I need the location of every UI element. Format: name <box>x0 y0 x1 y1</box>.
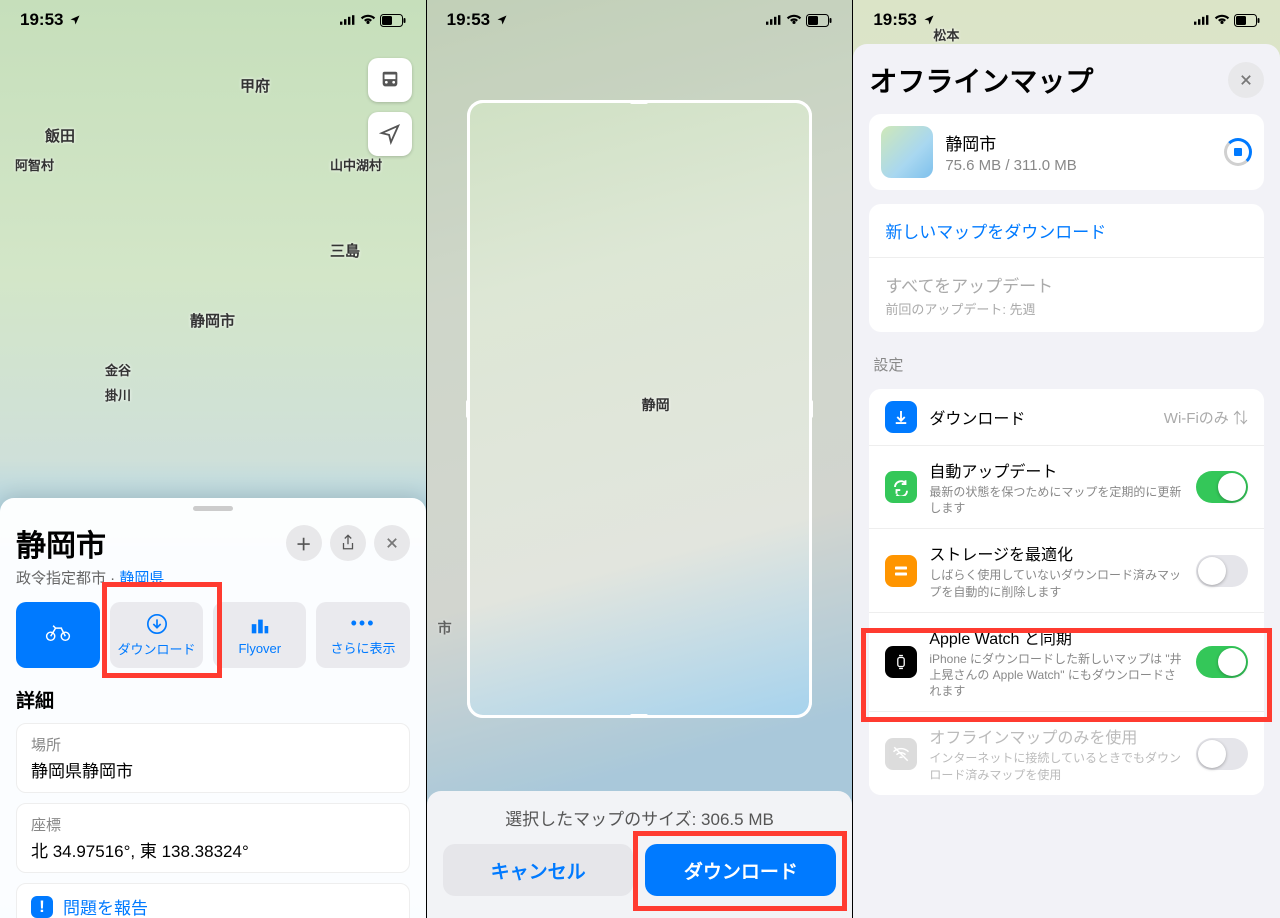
coords-card: 座標 北 34.97516°, 東 138.38324° <box>16 803 410 873</box>
transit-mode-button[interactable] <box>368 58 412 102</box>
status-time: 19:53 <box>873 10 916 30</box>
buildings-icon <box>249 615 271 637</box>
map-label-mishima: 三島 <box>330 240 360 261</box>
phone-screenshot-3: 松本 19:53 オフラインマップ 静岡市 75.6 MB / 311.0 MB <box>853 0 1280 918</box>
setting-apple-watch-sync[interactable]: Apple Watch と同期 iPhone にダウンロードした新しいマップは … <box>869 613 1264 713</box>
downloads-value: Wi-Fiのみ ⇅ <box>1164 407 1248 428</box>
apple-watch-icon <box>885 646 917 678</box>
setting-downloads[interactable]: ダウンロード Wi-Fiのみ ⇅ <box>869 389 1264 446</box>
download-icon <box>146 613 168 635</box>
map-label-kanaya: 金谷 <box>105 360 131 379</box>
downloading-map-size: 75.6 MB / 311.0 MB <box>945 157 1212 174</box>
bicycle-icon <box>45 623 71 643</box>
report-button[interactable]: ! 問題を報告 <box>16 883 410 918</box>
map-label-kofu: 甲府 <box>240 75 270 96</box>
status-bar: 19:53 <box>427 0 853 40</box>
download-button[interactable]: ダウンロード <box>645 844 836 896</box>
close-button[interactable] <box>374 525 410 561</box>
cellular-icon <box>1194 14 1210 26</box>
status-time: 19:53 <box>447 10 490 30</box>
ellipsis-icon: ••• <box>351 613 376 634</box>
setting-offline-only[interactable]: オフラインマップのみを使用 インターネットに接続しているときでもダウンロード済み… <box>869 712 1264 794</box>
location-icon <box>67 14 83 26</box>
cellular-icon <box>340 14 356 26</box>
download-icon <box>885 401 917 433</box>
phone-screenshot-2: 19:53 静岡 市 選択したマップのサイズ: 306.5 MB キャンセル ダ… <box>427 0 854 918</box>
actions-list: 新しいマップをダウンロード すべてをアップデート 前回のアップデート: 先週 <box>869 204 1264 332</box>
place-subtitle: 政令指定都市 · 静岡県 <box>16 567 410 588</box>
details-heading: 詳細 <box>16 686 410 713</box>
cancel-button[interactable]: キャンセル <box>443 844 634 896</box>
phone-screenshot-1: 甲府 飯田 阿智村 山中湖村 三島 静岡市 金谷 掛川 19:53 静岡市 ＋ <box>0 0 427 918</box>
stop-icon <box>1234 148 1242 156</box>
map-label-shi: 市 <box>438 618 452 638</box>
offline-maps-sheet: オフラインマップ 静岡市 75.6 MB / 311.0 MB 新しいマップをダ… <box>853 44 1280 918</box>
close-button[interactable] <box>1228 62 1264 98</box>
battery-icon <box>380 14 406 27</box>
location-value: 静岡県静岡市 <box>31 757 395 782</box>
status-bar: 19:53 <box>0 0 426 40</box>
report-icon: ! <box>31 896 53 918</box>
bike-segment[interactable] <box>16 602 100 668</box>
map-label-kakegawa: 掛川 <box>105 385 131 404</box>
map-label-shizuoka: 静岡市 <box>190 310 235 331</box>
prefecture-link[interactable]: 静岡県 <box>119 570 164 587</box>
more-segment[interactable]: ••• さらに表示 <box>316 602 409 668</box>
settings-heading: 設定 <box>873 354 1264 375</box>
location-icon <box>921 14 937 26</box>
wifi-icon <box>1214 14 1230 26</box>
flyover-segment[interactable]: Flyover <box>213 602 306 668</box>
map-label-achimura: 阿智村 <box>15 155 54 174</box>
auto-update-toggle[interactable] <box>1196 471 1248 503</box>
setting-auto-update[interactable]: 自動アップデート 最新の状態を保つためにマップを定期的に更新します <box>869 446 1264 529</box>
watch-sync-toggle[interactable] <box>1196 646 1248 678</box>
battery-icon <box>806 14 832 27</box>
offline-only-toggle[interactable] <box>1196 738 1248 770</box>
optimize-toggle[interactable] <box>1196 555 1248 587</box>
map-label-shizuoka: 静岡 <box>642 395 670 415</box>
coords-value: 北 34.97516°, 東 138.38324° <box>31 837 395 862</box>
cellular-icon <box>766 14 782 26</box>
location-icon <box>494 14 510 26</box>
offline-icon <box>885 738 917 770</box>
action-segments: ダウンロード Flyover ••• さらに表示 <box>16 602 410 668</box>
storage-icon <box>885 555 917 587</box>
sheet-grabber[interactable] <box>193 506 233 511</box>
map-label-iida: 飯田 <box>45 125 75 146</box>
downloading-map-name: 静岡市 <box>945 130 1212 155</box>
chevron-up-down-icon: ⇅ <box>1233 410 1248 427</box>
settings-list: ダウンロード Wi-Fiのみ ⇅ 自動アップデート 最新の状態を保つためにマップ… <box>869 389 1264 795</box>
download-segment[interactable]: ダウンロード <box>110 602 203 668</box>
place-sheet[interactable]: 静岡市 ＋ 政令指定都市 · 静岡県 ダウンロード Flyover <box>0 498 426 918</box>
share-button[interactable] <box>330 525 366 561</box>
downloading-map-card[interactable]: 静岡市 75.6 MB / 311.0 MB <box>869 114 1264 190</box>
wifi-icon <box>786 14 802 26</box>
download-bottom-bar: 選択したマップのサイズ: 306.5 MB キャンセル ダウンロード <box>427 791 853 918</box>
place-title: 静岡市 <box>16 521 278 565</box>
wifi-icon <box>360 14 376 26</box>
download-progress-button[interactable] <box>1224 138 1252 166</box>
download-new-map-button[interactable]: 新しいマップをダウンロード <box>869 204 1264 258</box>
map-label-yamanakako: 山中湖村 <box>330 155 382 174</box>
refresh-icon <box>885 471 917 503</box>
location-label: 場所 <box>31 734 395 755</box>
map-thumbnail <box>881 126 933 178</box>
update-all-button[interactable]: すべてをアップデート 前回のアップデート: 先週 <box>869 258 1264 332</box>
status-time: 19:53 <box>20 10 63 30</box>
locate-me-button[interactable] <box>368 112 412 156</box>
battery-icon <box>1234 14 1260 27</box>
map-selection-frame[interactable] <box>467 100 813 718</box>
status-bar: 19:53 <box>853 0 1280 40</box>
map-control-stack <box>368 58 412 156</box>
coords-label: 座標 <box>31 814 395 835</box>
selected-size-label: 選択したマップのサイズ: 306.5 MB <box>443 805 837 830</box>
add-button[interactable]: ＋ <box>286 525 322 561</box>
location-card: 場所 静岡県静岡市 <box>16 723 410 793</box>
setting-optimize-storage[interactable]: ストレージを最適化 しばらく使用していないダウンロード済みマップを自動的に削除し… <box>869 529 1264 612</box>
sheet-title: オフラインマップ <box>869 60 1220 100</box>
